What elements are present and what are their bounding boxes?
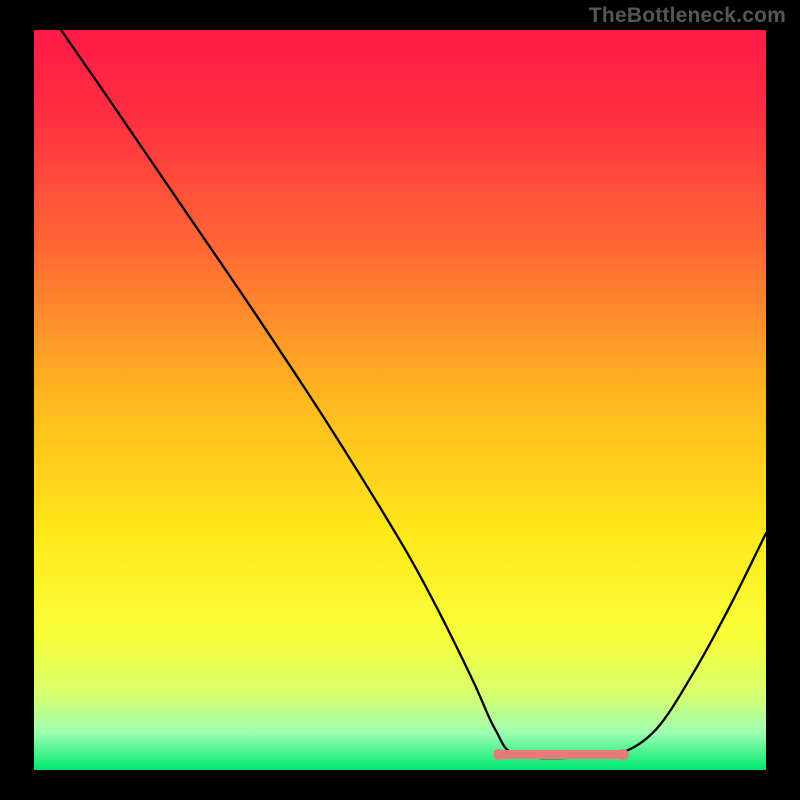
bottleneck-chart	[0, 0, 800, 800]
optimal-range-highlight	[493, 749, 628, 760]
chart-container: TheBottleneck.com	[0, 0, 800, 800]
gradient-background	[34, 30, 766, 770]
